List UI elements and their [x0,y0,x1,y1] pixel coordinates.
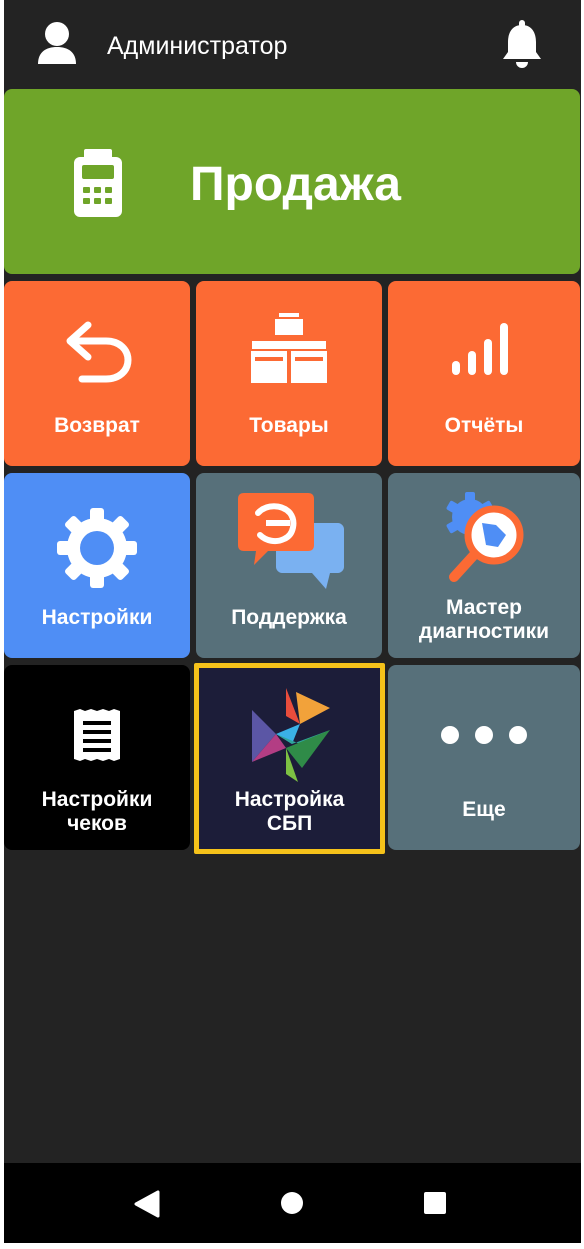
dots-icon [441,726,527,744]
sbp-settings-label-line2: СБП [266,812,313,835]
gear-icon [57,508,137,588]
support-label: Поддержка [231,606,347,629]
back-triangle-icon[interactable] [134,1190,160,1218]
diagnostics-label-line1: Мастер [446,596,522,619]
user-name: Администратор [107,32,288,60]
sbp-settings-tile[interactable]: Настройка СБП [194,663,385,854]
settings-label: Настройки [41,606,153,629]
receipt-settings-label-line2: чеков [67,812,127,835]
sbp-logo-icon [252,688,330,782]
chat-bubbles-icon [238,493,344,589]
user-icon[interactable] [36,20,78,66]
home-circle-icon[interactable] [280,1191,304,1215]
bar-chart-icon [452,323,508,375]
goods-tile[interactable]: Товары [196,281,382,466]
refund-label: Возврат [54,414,140,437]
magnifier-gear-icon [446,492,524,582]
boxes-icon [251,313,327,383]
refund-tile[interactable]: Возврат [4,281,190,466]
reports-label: Отчёты [444,414,524,437]
header: Администратор [4,0,581,88]
more-tile[interactable]: Еще [388,665,580,850]
payment-terminal-icon [74,149,122,217]
settings-tile[interactable]: Настройки [4,473,190,658]
support-tile[interactable]: Поддержка [196,473,382,658]
sale-label: Продажа [190,158,401,211]
receipt-icon [74,709,120,761]
sale-tile[interactable]: Продажа [4,89,580,274]
navigation-bar [4,1163,581,1243]
recents-square-icon[interactable] [423,1191,447,1215]
home-screen: Администратор Продажа Возврат Товары Отч… [4,0,581,1243]
more-label: Еще [462,798,506,821]
bell-icon[interactable] [501,18,543,70]
reports-tile[interactable]: Отчёты [388,281,580,466]
undo-arrow-icon [66,321,132,383]
diagnostics-label-line2: диагностики [418,620,550,643]
receipt-settings-tile[interactable]: Настройки чеков [4,665,190,850]
sbp-settings-label-line1: Настройка [234,788,345,811]
goods-label: Товары [249,414,329,437]
diagnostics-tile[interactable]: Мастер диагностики [388,473,580,658]
receipt-settings-label-line1: Настройки [41,788,153,811]
